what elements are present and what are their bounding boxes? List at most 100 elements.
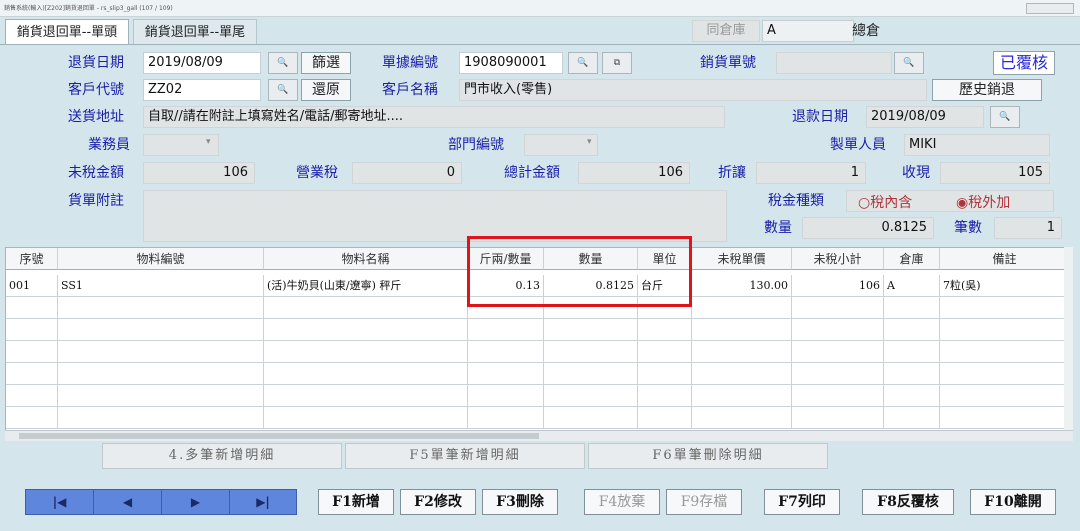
f3-delete-button[interactable]: F3刪除 bbox=[482, 489, 558, 515]
business-tax-field[interactable]: 0 bbox=[352, 162, 462, 184]
grid-cell-empty[interactable] bbox=[468, 363, 544, 385]
grid-cell[interactable]: A bbox=[884, 275, 940, 297]
grid-header[interactable]: 未稅單價 bbox=[692, 248, 792, 270]
multi-add-detail-button[interactable]: 4.多筆新增明細 bbox=[102, 443, 342, 469]
grid-vertical-scrollbar[interactable] bbox=[1064, 247, 1073, 430]
grid-cell-empty[interactable] bbox=[940, 319, 1070, 341]
grid-cell-empty[interactable] bbox=[884, 385, 940, 407]
grid-cell-empty[interactable] bbox=[58, 385, 264, 407]
grid-cell-empty[interactable] bbox=[940, 297, 1070, 319]
doc-no-lookup-button[interactable]: 🔍 bbox=[568, 52, 598, 74]
window-controls[interactable] bbox=[1026, 3, 1074, 14]
grid-cell-empty[interactable] bbox=[792, 407, 884, 429]
grid-cell-empty[interactable] bbox=[58, 363, 264, 385]
grid-cell-empty[interactable] bbox=[58, 407, 264, 429]
customer-lookup-button[interactable]: 🔍 bbox=[268, 79, 298, 101]
grid-cell-empty[interactable] bbox=[638, 319, 692, 341]
grid-cell-empty[interactable] bbox=[544, 341, 638, 363]
grid-cell[interactable]: 7粒(吳) bbox=[940, 275, 1070, 297]
grid-cell-empty[interactable] bbox=[264, 319, 468, 341]
grid-cell-empty[interactable] bbox=[544, 407, 638, 429]
grid-cell-empty[interactable] bbox=[884, 297, 940, 319]
return-date-lookup-button[interactable]: 🔍 bbox=[268, 52, 298, 74]
grid-cell-empty[interactable] bbox=[6, 297, 58, 319]
grid-cell-empty[interactable] bbox=[264, 407, 468, 429]
grid-horizontal-scrollbar[interactable] bbox=[5, 430, 1073, 441]
grid-cell-empty[interactable] bbox=[940, 341, 1070, 363]
refund-date-lookup-button[interactable]: 🔍 bbox=[990, 106, 1020, 128]
grid-cell-empty[interactable] bbox=[468, 341, 544, 363]
grid-cell-empty[interactable] bbox=[264, 341, 468, 363]
grid-cell-empty[interactable] bbox=[264, 363, 468, 385]
received-field[interactable]: 105 bbox=[940, 162, 1050, 184]
grid-cell-empty[interactable] bbox=[6, 385, 58, 407]
discount-field[interactable]: 1 bbox=[756, 162, 866, 184]
grid-cell-empty[interactable] bbox=[468, 385, 544, 407]
grid-cell[interactable]: SS1 bbox=[58, 275, 264, 297]
f10-exit-button[interactable]: F10離開 bbox=[970, 489, 1056, 515]
grid-cell[interactable]: 130.00 bbox=[692, 275, 792, 297]
sales-no-field[interactable] bbox=[776, 52, 892, 74]
restore-button[interactable]: 還原 bbox=[301, 79, 351, 101]
f2-edit-button[interactable]: F2修改 bbox=[400, 489, 476, 515]
grid-cell-empty[interactable] bbox=[638, 341, 692, 363]
quantity-field[interactable]: 0.8125 bbox=[802, 217, 934, 239]
grid-cell-empty[interactable] bbox=[884, 407, 940, 429]
grid-cell-empty[interactable] bbox=[544, 319, 638, 341]
grid-cell-empty[interactable] bbox=[58, 319, 264, 341]
grid-cell-empty[interactable] bbox=[638, 407, 692, 429]
grid-cell-empty[interactable] bbox=[884, 319, 940, 341]
return-date-field[interactable]: 2019/08/09 bbox=[143, 52, 261, 74]
last-record-button[interactable]: ▶| bbox=[230, 490, 296, 514]
grid-cell-empty[interactable] bbox=[468, 407, 544, 429]
f8-unapprove-button[interactable]: F8反覆核 bbox=[862, 489, 954, 515]
tax-excluded-radio[interactable]: ◉稅外加 bbox=[956, 192, 1010, 214]
grid-cell-empty[interactable] bbox=[884, 341, 940, 363]
grid-cell[interactable]: (活)牛奶貝(山東/遼寧) 秤斤 bbox=[264, 275, 468, 297]
grid-cell[interactable]: 001 bbox=[6, 275, 58, 297]
grid-cell[interactable]: 106 bbox=[792, 275, 884, 297]
grid-cell-empty[interactable] bbox=[792, 363, 884, 385]
customer-code-field[interactable]: ZZ02 bbox=[143, 79, 261, 101]
grid-cell-empty[interactable] bbox=[940, 385, 1070, 407]
tax-included-radio[interactable]: ○稅內含 bbox=[858, 192, 912, 214]
pretax-amount-field[interactable]: 106 bbox=[143, 162, 255, 184]
grid-cell-empty[interactable] bbox=[692, 341, 792, 363]
note-textarea[interactable] bbox=[143, 190, 727, 242]
grid-cell-empty[interactable] bbox=[792, 341, 884, 363]
grid-cell-empty[interactable] bbox=[264, 385, 468, 407]
f7-print-button[interactable]: F7列印 bbox=[764, 489, 840, 515]
doc-no-field[interactable]: 1908090001 bbox=[459, 52, 563, 74]
single-add-detail-button[interactable]: F5單筆新增明細 bbox=[345, 443, 585, 469]
grid-cell-empty[interactable] bbox=[468, 319, 544, 341]
prev-record-button[interactable]: ◀ bbox=[94, 490, 162, 514]
grid-cell-empty[interactable] bbox=[58, 297, 264, 319]
f4-cancel-button[interactable]: F4放棄 bbox=[584, 489, 660, 515]
warehouse-code-field[interactable]: A bbox=[762, 20, 854, 42]
grid-cell-empty[interactable] bbox=[264, 297, 468, 319]
single-delete-detail-button[interactable]: F6單筆刪除明細 bbox=[588, 443, 828, 469]
grid-header[interactable]: 備註 bbox=[940, 248, 1070, 270]
f1-add-button[interactable]: F1新增 bbox=[318, 489, 394, 515]
sales-no-lookup-button[interactable]: 🔍 bbox=[894, 52, 924, 74]
creator-field[interactable]: MIKI bbox=[904, 134, 1050, 156]
grid-cell-empty[interactable] bbox=[692, 407, 792, 429]
grid-header[interactable]: 序號 bbox=[6, 248, 58, 270]
grid-cell-empty[interactable] bbox=[6, 341, 58, 363]
next-record-button[interactable]: ▶ bbox=[162, 490, 230, 514]
grid-cell-empty[interactable] bbox=[692, 363, 792, 385]
scroll-thumb[interactable] bbox=[19, 433, 539, 439]
grid-cell-empty[interactable] bbox=[884, 363, 940, 385]
grid-cell-empty[interactable] bbox=[792, 297, 884, 319]
grid-cell-empty[interactable] bbox=[692, 319, 792, 341]
total-amount-field[interactable]: 106 bbox=[578, 162, 690, 184]
f9-save-button[interactable]: F9存檔 bbox=[666, 489, 742, 515]
tab-footer[interactable]: 銷貨退回單--單尾 bbox=[133, 19, 257, 45]
grid-header[interactable]: 物料編號 bbox=[58, 248, 264, 270]
grid-cell-empty[interactable] bbox=[58, 341, 264, 363]
grid-cell-empty[interactable] bbox=[940, 363, 1070, 385]
refund-date-field[interactable]: 2019/08/09 bbox=[866, 106, 984, 128]
grid-cell-empty[interactable] bbox=[638, 363, 692, 385]
grid-cell-empty[interactable] bbox=[692, 297, 792, 319]
grid-cell-empty[interactable] bbox=[6, 407, 58, 429]
